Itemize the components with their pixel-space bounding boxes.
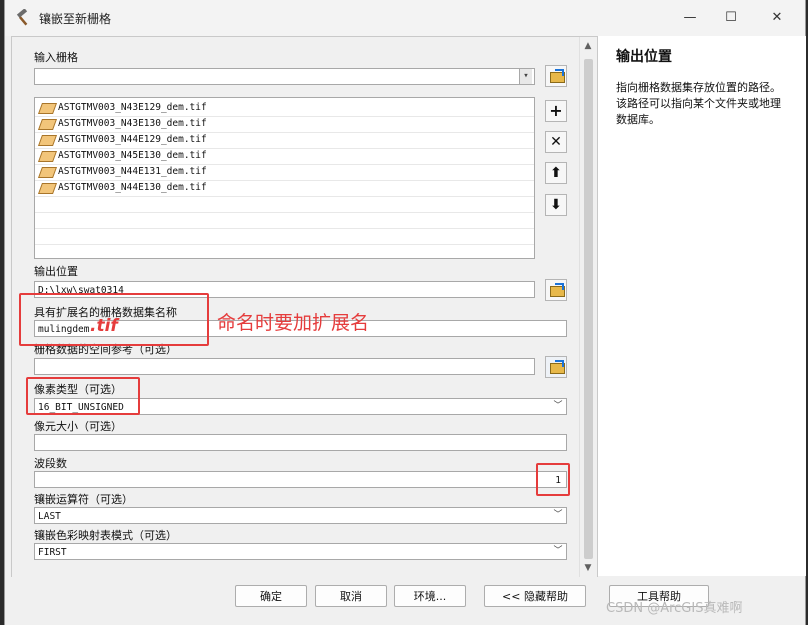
ok-button[interactable]: 确定 xyxy=(235,585,307,607)
annotation-box-band-count xyxy=(536,463,570,496)
chevron-down-icon[interactable]: ﹀ xyxy=(552,508,564,523)
input-rasters-label: 输入栅格 xyxy=(34,51,78,64)
colormap-mode-select[interactable]: FIRST ﹀ xyxy=(34,543,567,560)
raster-icon xyxy=(37,151,58,162)
raster-icon xyxy=(37,119,58,130)
help-panel: 输出位置 指向栅格数据集存放位置的路径。该路径可以指向某个文件夹或地理数据库。 xyxy=(597,36,806,576)
parameters-panel: 输入栅格 ▾ ASTGTMV003_N43E129_dem.tif ASTGTM… xyxy=(11,36,598,578)
remove-button[interactable]: ✕ xyxy=(545,131,567,153)
dropdown-arrow-icon[interactable]: ▾ xyxy=(519,69,532,84)
list-item[interactable]: ASTGTMV003_N44E130_dem.tif xyxy=(35,180,534,197)
scroll-up-arrow-icon[interactable]: ▲ xyxy=(583,41,593,51)
add-button[interactable]: + xyxy=(545,100,567,122)
annotation-box-pixel-type xyxy=(26,377,140,415)
watermark: CSDN @ArcGIS真难啊 xyxy=(606,601,743,616)
chevron-down-icon[interactable]: ﹀ xyxy=(552,399,564,414)
maximize-button[interactable]: ☐ xyxy=(721,8,741,28)
chevron-down-icon[interactable]: ﹀ xyxy=(552,544,564,559)
list-item xyxy=(35,196,534,213)
colormap-mode-label: 镶嵌色彩映射表模式（可选） xyxy=(34,529,177,542)
move-up-button[interactable]: ⬆ xyxy=(545,162,567,184)
browse-output-folder-button[interactable] xyxy=(545,279,567,301)
list-item[interactable]: ASTGTMV003_N43E129_dem.tif xyxy=(35,100,534,117)
raster-icon xyxy=(37,103,58,114)
vertical-scrollbar[interactable]: ▲ ▼ xyxy=(579,37,597,577)
scroll-down-arrow-icon[interactable]: ▼ xyxy=(583,563,593,573)
raster-icon xyxy=(37,167,58,178)
window-title: 镶嵌至新栅格 xyxy=(39,12,112,26)
mosaic-operator-label: 镶嵌运算符（可选） xyxy=(34,493,133,506)
band-count-label: 波段数 xyxy=(34,457,67,470)
input-rasters-list[interactable]: ASTGTMV003_N43E129_dem.tif ASTGTMV003_N4… xyxy=(34,97,535,259)
tool-dialog: 镶嵌至新栅格 — ☐ ✕ 输入栅格 ▾ ASTGTMV003_N43E129_d… xyxy=(4,0,806,625)
scroll-thumb[interactable] xyxy=(584,59,593,559)
title-bar: 镶嵌至新栅格 — ☐ ✕ xyxy=(5,0,805,36)
browse-input-folder-button[interactable] xyxy=(545,65,567,87)
list-item[interactable]: ASTGTMV003_N45E130_dem.tif xyxy=(35,148,534,165)
annotation-box-dataset-name xyxy=(19,293,209,346)
minimize-button[interactable]: — xyxy=(680,8,700,28)
raster-icon xyxy=(37,183,58,194)
list-item[interactable]: ASTGTMV003_N44E131_dem.tif xyxy=(35,164,534,181)
move-down-button[interactable]: ⬇ xyxy=(545,194,567,216)
help-body: 指向栅格数据集存放位置的路径。该路径可以指向某个文件夹或地理数据库。 xyxy=(616,81,781,126)
list-item[interactable]: ASTGTMV003_N44E129_dem.tif xyxy=(35,132,534,149)
mosaic-operator-select[interactable]: LAST ﹀ xyxy=(34,507,567,524)
cancel-button[interactable]: 取消 xyxy=(315,585,387,607)
cellsize-label: 像元大小（可选） xyxy=(34,420,122,433)
list-item[interactable]: ASTGTMV003_N43E130_dem.tif xyxy=(35,116,534,133)
hide-help-button[interactable]: << 隐藏帮助 xyxy=(484,585,586,607)
help-title: 输出位置 xyxy=(616,49,672,65)
list-item xyxy=(35,228,534,245)
band-count-field[interactable]: 1 xyxy=(34,471,567,488)
output-location-label: 输出位置 xyxy=(34,265,78,278)
hammer-icon xyxy=(16,9,28,26)
spatial-reference-field[interactable] xyxy=(34,358,535,375)
close-button[interactable]: ✕ xyxy=(767,8,787,28)
raster-icon xyxy=(37,135,58,146)
cellsize-field[interactable] xyxy=(34,434,567,451)
input-rasters-combo[interactable]: ▾ xyxy=(34,68,535,85)
spatial-reference-properties-button[interactable] xyxy=(545,356,567,378)
annotation-text: 命名时要加扩展名 xyxy=(217,312,370,334)
environments-button[interactable]: 环境... xyxy=(394,585,466,607)
list-item xyxy=(35,212,534,229)
